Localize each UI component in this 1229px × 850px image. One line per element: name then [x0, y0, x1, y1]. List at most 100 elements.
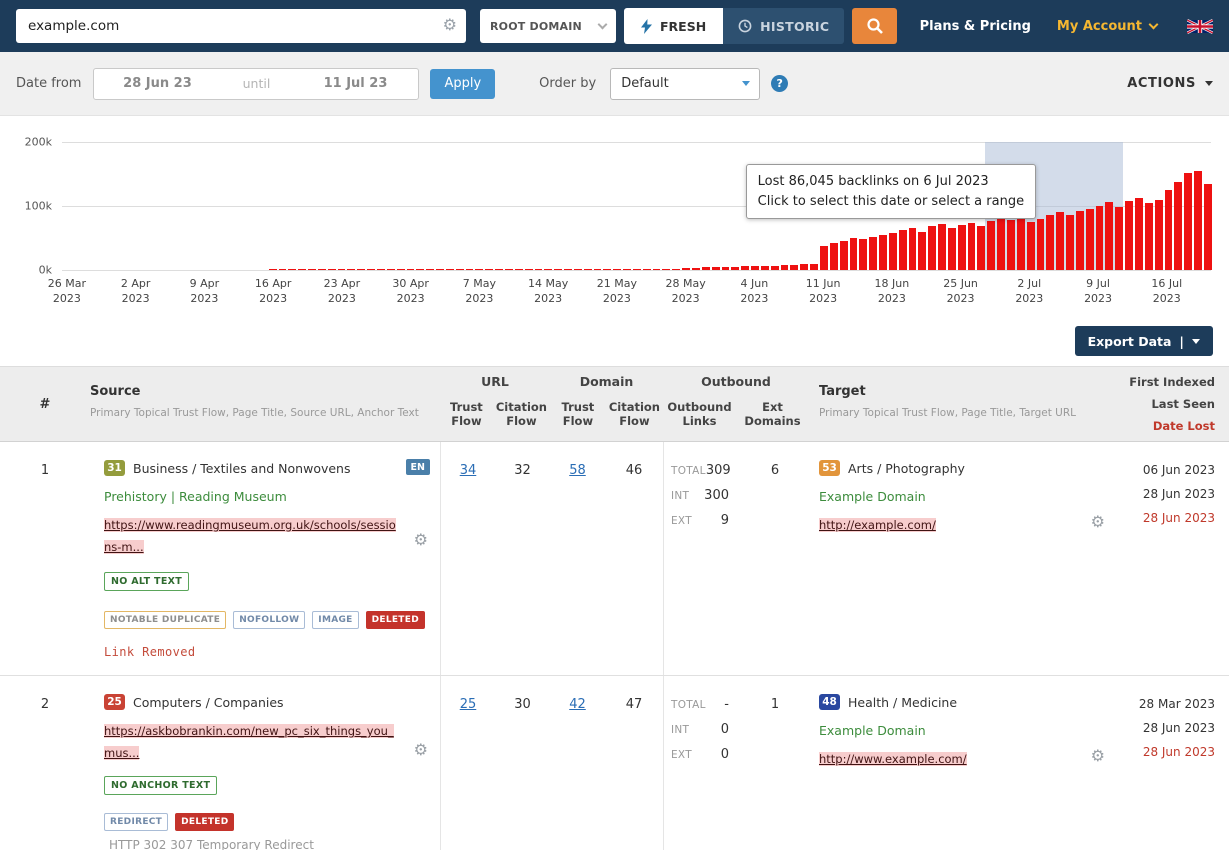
chart-bar[interactable] [1184, 173, 1192, 270]
chart-bar[interactable] [525, 269, 533, 270]
chart-bar[interactable] [574, 269, 582, 270]
chart-bar[interactable] [997, 219, 1005, 270]
row-settings-gear-icon[interactable]: ⚙ [414, 742, 428, 758]
chart-bar[interactable] [1046, 215, 1054, 270]
chart-bar[interactable] [741, 266, 749, 270]
chart-bar[interactable] [889, 233, 897, 270]
date-from-value[interactable]: 28 Jun 23 [94, 76, 220, 91]
plans-pricing-link[interactable]: Plans & Pricing [920, 19, 1031, 34]
domain-trust-flow-value[interactable]: 58 [569, 463, 586, 478]
chart-bar[interactable] [594, 269, 602, 270]
chart-bar[interactable] [810, 264, 818, 270]
chart-bar[interactable] [1066, 215, 1074, 270]
index-scope-select[interactable]: ROOT DOMAIN [480, 9, 616, 43]
chart-bar[interactable] [535, 269, 543, 270]
chart-bar[interactable] [751, 266, 759, 270]
chart-bar[interactable] [1037, 219, 1045, 270]
chart-bar[interactable] [544, 269, 552, 270]
chart-bar[interactable] [584, 269, 592, 270]
apply-button[interactable]: Apply [430, 69, 495, 99]
chart-bar[interactable] [879, 235, 887, 270]
chart-plot-area[interactable]: Lost 86,045 backlinks on 6 Jul 2023 Clic… [62, 142, 1211, 270]
chart-bar[interactable] [968, 223, 976, 270]
source-url-link[interactable]: https://www.readingmuseum.org.uk/schools… [104, 518, 396, 554]
target-page-title-link[interactable]: Example Domain [819, 489, 926, 504]
target-url-link[interactable]: http://example.com/ [819, 518, 936, 532]
chart-bar[interactable] [485, 269, 493, 270]
chart-bar[interactable] [722, 267, 730, 270]
chart-bar[interactable] [712, 267, 720, 270]
chart-bar[interactable] [1086, 209, 1094, 270]
actions-menu[interactable]: ACTIONS [1127, 76, 1213, 91]
chart-bar[interactable] [446, 269, 454, 270]
chart-bar[interactable] [505, 269, 513, 270]
chart-bar[interactable] [1105, 202, 1113, 270]
chart-bar[interactable] [771, 266, 779, 270]
chart-bar[interactable] [869, 237, 877, 270]
chart-bar[interactable] [662, 269, 670, 270]
chart-bar[interactable] [475, 269, 483, 270]
chart-bar[interactable] [1076, 211, 1084, 270]
chart-bar[interactable] [1056, 212, 1064, 270]
chart-bar[interactable] [820, 246, 828, 270]
chart-bar[interactable] [347, 269, 355, 270]
chart-bar[interactable] [840, 241, 848, 270]
domain-trust-flow-value[interactable]: 42 [569, 697, 586, 712]
chart-bar[interactable] [407, 269, 415, 270]
date-lost-header[interactable]: Date Lost [1119, 419, 1215, 433]
chart-bar[interactable] [761, 266, 769, 270]
chart-bar[interactable] [338, 269, 346, 270]
chart-bar[interactable] [1115, 207, 1123, 270]
chart-bar[interactable] [731, 267, 739, 270]
chart-bar[interactable] [377, 269, 385, 270]
chart-bar[interactable] [357, 269, 365, 270]
chart-bar[interactable] [859, 239, 867, 270]
target-page-title-link[interactable]: Example Domain [819, 723, 926, 738]
chart-bar[interactable] [1194, 171, 1202, 270]
source-url-link[interactable]: https://askbobrankin.com/new_pc_six_thin… [104, 724, 394, 760]
chart-bar[interactable] [623, 269, 631, 270]
chart-bar[interactable] [318, 269, 326, 270]
my-account-menu[interactable]: My Account [1057, 19, 1157, 34]
chart-bar[interactable] [643, 269, 651, 270]
url-trust-flow-value[interactable]: 25 [460, 697, 477, 712]
chart-bar[interactable] [692, 268, 700, 270]
url-trust-flow-value[interactable]: 34 [460, 463, 477, 478]
search-button[interactable] [852, 8, 897, 44]
chart-bar[interactable] [987, 221, 995, 270]
chart-bar[interactable] [938, 224, 946, 270]
date-to-value[interactable]: 11 Jul 23 [292, 76, 418, 91]
chart-bar[interactable] [387, 269, 395, 270]
chart-bar[interactable] [1027, 222, 1035, 270]
chart-bar[interactable] [1165, 190, 1173, 270]
chart-bar[interactable] [554, 269, 562, 270]
chart-bar[interactable] [1204, 184, 1212, 270]
chart-bar[interactable] [515, 269, 523, 270]
historic-index-button[interactable]: HISTORIC [723, 8, 844, 44]
chart-bar[interactable] [603, 269, 611, 270]
chart-bar[interactable] [613, 269, 621, 270]
chart-bar[interactable] [1145, 203, 1153, 270]
export-data-button[interactable]: Export Data | [1075, 326, 1213, 356]
language-badge[interactable]: EN [406, 459, 430, 475]
first-indexed-header[interactable]: First Indexed [1119, 375, 1215, 389]
chart-bar[interactable] [948, 228, 956, 270]
order-by-select[interactable]: Default [610, 68, 760, 100]
chart-bar[interactable] [918, 232, 926, 270]
domain-search-input[interactable] [16, 9, 466, 43]
source-page-title-link[interactable]: Prehistory | Reading Museum [104, 489, 287, 504]
chart-bar[interactable] [633, 269, 641, 270]
row-settings-gear-icon[interactable]: ⚙ [1091, 748, 1105, 764]
chart-bar[interactable] [279, 269, 287, 270]
chart-bar[interactable] [397, 269, 405, 270]
chart-bar[interactable] [436, 269, 444, 270]
chart-bar[interactable] [288, 269, 296, 270]
search-options-gear-icon[interactable]: ⚙ [443, 17, 457, 33]
chart-bar[interactable] [899, 230, 907, 270]
help-icon[interactable]: ? [771, 75, 788, 92]
chart-bar[interactable] [830, 243, 838, 270]
chart-bar[interactable] [564, 269, 572, 270]
last-seen-header[interactable]: Last Seen [1119, 397, 1215, 411]
chart-bar[interactable] [1174, 182, 1182, 270]
chart-bar[interactable] [958, 225, 966, 270]
